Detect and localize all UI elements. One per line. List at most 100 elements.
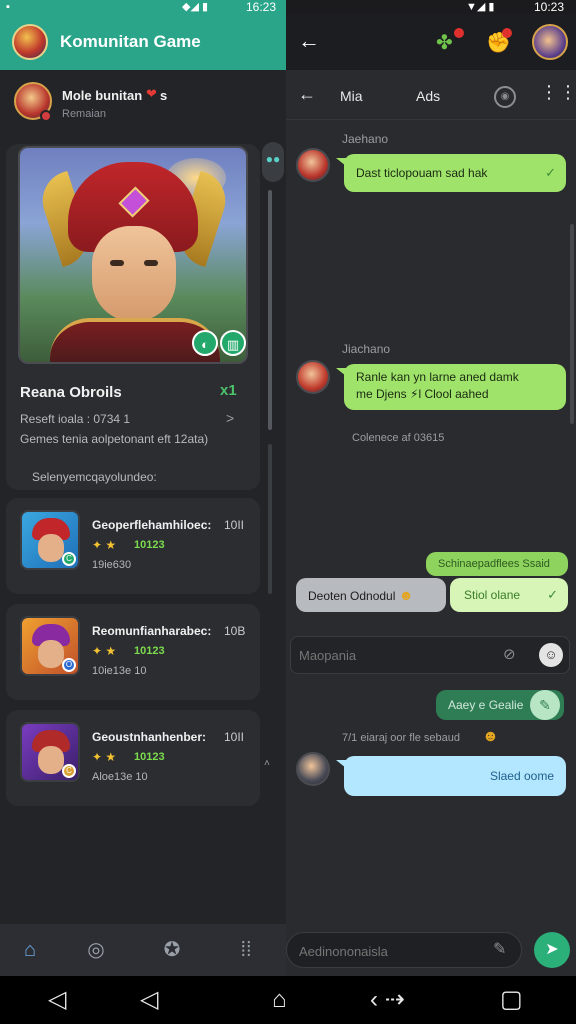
- game-value: 10II: [224, 518, 245, 532]
- system-message: Colenece af 03615: [352, 432, 445, 444]
- status-time-left: 16:23: [246, 0, 277, 14]
- home-pentagon-icon[interactable]: ⌂: [272, 986, 287, 1014]
- chat-name[interactable]: Mia: [340, 88, 363, 104]
- game-score: 10123: [134, 751, 165, 763]
- emoji-icon: ☻: [398, 587, 414, 603]
- game-thumbnail: C: [20, 722, 80, 782]
- chat-top-bar: ← ✤ ✊: [286, 14, 576, 70]
- message-bubble[interactable]: Schinaepadflees Ssaid: [426, 552, 568, 576]
- status-bar-right: ▼◢ ▮ 10:23: [286, 0, 576, 14]
- grid-icon[interactable]: ⁞⁞: [230, 934, 262, 966]
- hero-eye-left: [110, 260, 124, 266]
- scroll-up-icon[interactable]: ˄: [264, 758, 270, 769]
- home-icon[interactable]: ⌂: [14, 934, 46, 966]
- attach-icon[interactable]: ⊘: [503, 645, 516, 663]
- list-item[interactable]: O Reomunfianharabec: 10B ✦ ★ 10123 10ie1…: [6, 604, 260, 700]
- user-name-trail: s: [160, 88, 168, 103]
- community-avatar[interactable]: [12, 24, 48, 60]
- back-arrow-icon[interactable]: ←: [298, 28, 320, 54]
- send-button[interactable]: ➤: [534, 932, 570, 968]
- user-row[interactable]: Mole bunitan ❤ s Remaian: [0, 78, 286, 134]
- puzzle-icon[interactable]: ✪: [156, 934, 188, 966]
- status-bar-left: ▪ ◆◢ ▮ 16:23: [0, 0, 286, 14]
- message-text: Deoten Odnodul: [308, 589, 396, 603]
- signal-icons: ▼◢ ▮: [466, 1, 495, 13]
- chat-pane: ← ✤ ✊ ← Mia Ads ◉ ⋮⋮ Jaehano Dast ticlop…: [286, 14, 576, 924]
- profile-avatar[interactable]: [532, 24, 568, 60]
- bottom-nav: ⌂ ◎ ✪ ⁞⁞: [0, 924, 286, 976]
- emoji-icon: ☻: [482, 728, 499, 745]
- featured-title: Reana Obroils: [20, 384, 122, 401]
- featured-badge: x1: [220, 382, 237, 399]
- featured-game-card[interactable]: ◐ ▥ Reana Obroils x1 Reseft ioala : 0734…: [6, 144, 260, 490]
- compose-bar: ✎ ➤: [286, 924, 576, 976]
- app-root: ▪ ◆◢ ▮ 16:23 ▼◢ ▮ 10:23 Komunitan Game M…: [0, 0, 576, 1024]
- check-icon: ✓: [545, 165, 556, 180]
- shield-icon[interactable]: ◐: [192, 330, 218, 356]
- corner-badge: C: [62, 764, 76, 778]
- more-options-icon[interactable]: ⋮⋮: [540, 82, 576, 103]
- featured-info-3: Selenyemcqayolundeo:: [32, 470, 157, 484]
- sender-avatar[interactable]: [296, 360, 330, 394]
- message-bubble[interactable]: Slaed oome: [336, 756, 566, 796]
- sender-avatar[interactable]: [296, 752, 330, 786]
- user-subtitle: Remaian: [62, 108, 107, 120]
- page-title: Komunitan Game: [60, 32, 201, 51]
- game-title: Reomunfianharabec:: [92, 624, 212, 638]
- corner-badge: C: [62, 552, 76, 566]
- notification-dot: [454, 28, 464, 38]
- back-triangle-icon[interactable]: ◁: [140, 986, 158, 1014]
- star-icon: ✦ ★: [92, 750, 117, 764]
- featured-info-1: Reseft ioala : 0734 1: [20, 412, 131, 426]
- ads-tab[interactable]: Ads: [416, 88, 440, 104]
- check-icon: ✓: [547, 587, 558, 602]
- game-value: 10II: [224, 730, 245, 744]
- message-bubble[interactable]: Deoten Odnodul ☻: [296, 578, 446, 612]
- sender-avatar[interactable]: [296, 148, 330, 182]
- back-triangle-icon[interactable]: ◁: [48, 986, 66, 1014]
- message-bubble[interactable]: Stiol olane ✓: [450, 578, 568, 612]
- notification-icon: ▪: [6, 1, 10, 13]
- star-icon: ✦ ★: [92, 538, 117, 552]
- list-item[interactable]: C Geoustnhanhenber: 10II ✦ ★ 10123 Aloe1…: [6, 710, 260, 806]
- hero-face: [92, 226, 176, 322]
- scrollbar-track: [268, 444, 272, 594]
- back-arrow-icon[interactable]: ←: [298, 84, 316, 105]
- emoji-icon[interactable]: ☺: [539, 643, 563, 667]
- scrollbar[interactable]: [268, 190, 272, 430]
- message-bubble[interactable]: Ranle kan yn larne aned damk me Djens ⚡l…: [336, 364, 566, 410]
- heart-icon: ❤: [146, 86, 157, 101]
- status-badge: [40, 110, 52, 122]
- message-field[interactable]: ✎: [286, 932, 522, 968]
- game-score: 10123: [134, 539, 165, 551]
- message-text: Slaed oome: [489, 769, 554, 783]
- list-item[interactable]: C Geoperflehamhiloec: 10II ✦ ★ 10123 19i…: [6, 498, 260, 594]
- search-input[interactable]: [299, 643, 499, 667]
- game-value: 10B: [224, 624, 246, 638]
- message-text: Aaey e Gealie: [448, 698, 524, 712]
- game-title: Geoperflehamhiloec:: [92, 518, 212, 532]
- message-text: me Djens ⚡l Clool aahed: [356, 387, 489, 401]
- trash-icon[interactable]: ▥: [220, 330, 246, 356]
- message-input[interactable]: [299, 939, 489, 963]
- game-score: 10123: [134, 645, 165, 657]
- pen-icon[interactable]: ✎: [493, 939, 506, 959]
- message-text: Dast ticlopouam sad hak: [356, 166, 488, 180]
- switch-icon[interactable]: ‹ ⇢: [370, 986, 405, 1014]
- search-field[interactable]: ⊘ ☺: [290, 636, 570, 674]
- signal-icons: ◆◢ ▮: [182, 1, 209, 13]
- scrollbar[interactable]: [570, 224, 574, 424]
- game-subtitle: 10ie13e 10: [92, 665, 147, 677]
- side-toggle-button[interactable]: ●●: [262, 142, 284, 182]
- circle-icon[interactable]: ◎: [80, 934, 112, 966]
- hero-face: [38, 746, 64, 774]
- community-header: Komunitan Game: [0, 14, 286, 70]
- chat-sub-bar: ← Mia Ads ◉ ⋮⋮: [286, 74, 576, 120]
- compass-icon[interactable]: ◉: [494, 86, 516, 108]
- edit-icon[interactable]: ✎: [530, 690, 560, 720]
- chevron-right-icon[interactable]: >: [226, 410, 234, 426]
- hero-eye-right: [144, 260, 158, 266]
- hero-face: [38, 534, 64, 562]
- message-bubble[interactable]: Dast ticlopouam sad hak ✓: [336, 154, 566, 192]
- recents-square-icon[interactable]: ▢: [500, 986, 523, 1014]
